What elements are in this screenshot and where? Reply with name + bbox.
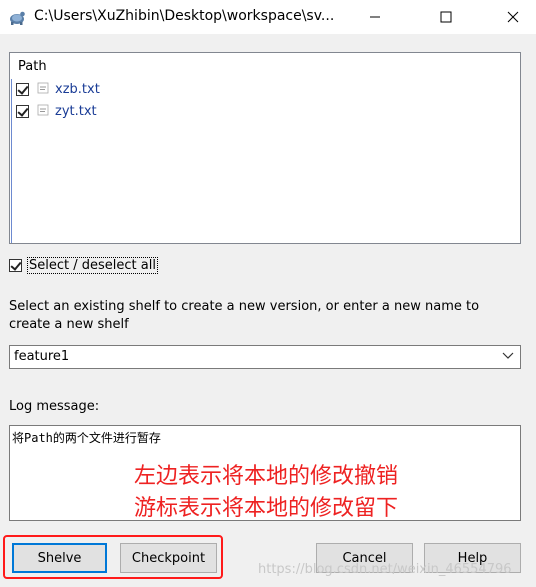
watermark: https://blog.csdn.net/weixin_46554796 <box>258 562 512 577</box>
file-row[interactable]: xzb.txt <box>16 79 100 99</box>
shelf-value[interactable]: feature1 <box>14 349 69 364</box>
window-title: C:\Users\XuZhibin\Desktop\workspace\sv..… <box>34 8 335 24</box>
maximize-button[interactable] <box>423 0 469 34</box>
file-list[interactable]: Path xzb.txt zyt.txt <box>9 52 521 244</box>
select-all-label[interactable]: Select / deselect all <box>27 257 158 274</box>
file-checkbox[interactable] <box>16 82 29 96</box>
shelf-instructions: Select an existing shelf to create a new… <box>9 299 480 332</box>
shelve-button[interactable]: Shelve <box>12 543 107 573</box>
file-checkbox[interactable] <box>16 104 29 118</box>
file-row[interactable]: zyt.txt <box>16 101 97 121</box>
checkpoint-button[interactable]: Checkpoint <box>120 543 217 573</box>
tortoise-app-icon <box>8 8 26 26</box>
annotation-line-1: 左边表示将本地的修改撤销 <box>134 464 399 489</box>
shelf-combobox[interactable]: feature1 <box>9 345 521 369</box>
log-message-label: Log message: <box>9 399 100 414</box>
file-name: zyt.txt <box>55 103 97 119</box>
log-message-text[interactable]: 将Path的两个文件进行暂存 <box>12 429 161 446</box>
column-header-path[interactable]: Path <box>18 59 47 74</box>
text-file-icon <box>36 82 50 96</box>
select-all-check-icon[interactable] <box>9 259 22 272</box>
select-all-checkbox[interactable]: Select / deselect all <box>9 257 158 274</box>
close-button[interactable] <box>490 0 536 34</box>
title-bar: C:\Users\XuZhibin\Desktop\workspace\sv..… <box>0 0 536 34</box>
text-file-icon <box>36 104 50 118</box>
list-focus-line <box>11 79 12 243</box>
minimize-button[interactable] <box>352 0 398 34</box>
annotation-line-2: 游标表示将本地的修改留下 <box>134 496 399 521</box>
chevron-down-icon[interactable] <box>502 349 514 366</box>
file-name: xzb.txt <box>55 81 100 97</box>
